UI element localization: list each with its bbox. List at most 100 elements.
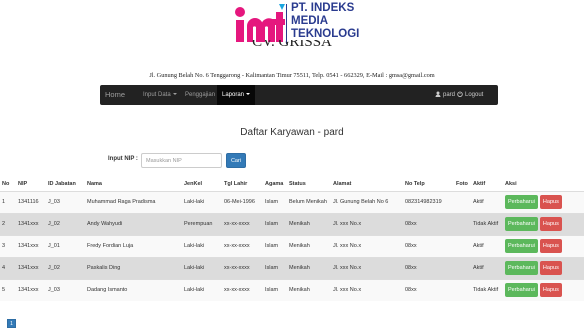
table-cell: 1 [0, 190, 16, 213]
delete-button[interactable]: Hapus [539, 283, 562, 298]
table-cell: Islam [263, 190, 287, 213]
update-button[interactable]: Perbaharui [505, 217, 538, 231]
nav-logout-link[interactable]: Logout [457, 85, 483, 105]
table-cell: Laki-laki [182, 190, 222, 213]
table-cell: Laki-laki [182, 278, 222, 301]
column-header: No [0, 178, 16, 192]
actions-cell: Perbaharui Hapus [503, 190, 584, 213]
table-row: 4 1341xxx J_02 Paskalis Ding Laki-laki x… [0, 256, 584, 279]
table-cell: Tidak Aktif [471, 278, 503, 301]
table-cell: Laki-laki [182, 256, 222, 279]
table-cell: Fredy Fordian Luja [85, 234, 182, 257]
update-button[interactable]: Perbaharui [505, 239, 538, 253]
column-header: NIP [16, 178, 46, 192]
table-cell: Jl. Gunung Belah No 6 [331, 190, 403, 213]
update-button[interactable]: Perbaharui [505, 283, 538, 298]
actions-cell: Perbaharui Hapus [503, 278, 584, 301]
delete-button[interactable]: Hapus [539, 195, 562, 209]
column-header: Alamat [331, 178, 403, 192]
table-cell [454, 234, 471, 257]
table-cell: Dadang Ismanto [85, 278, 182, 301]
table-cell: xx-xx-xxxx [222, 278, 263, 301]
table-cell [454, 190, 471, 213]
table-cell: xx-xx-xxxx [222, 212, 263, 235]
table-cell: Islam [263, 234, 287, 257]
table-cell [454, 278, 471, 301]
table-cell: Islam [263, 212, 287, 235]
table-cell: Aktif [471, 256, 503, 279]
delete-button[interactable]: Hapus [539, 261, 562, 275]
table-cell: Jl. xxx No.x [331, 256, 403, 279]
table-cell: 082314982319 [403, 190, 454, 213]
table-cell: Paskalis Ding [85, 256, 182, 279]
nav-penggajian-link[interactable]: Penggajian [185, 85, 215, 105]
nav-user-link[interactable]: pard [435, 85, 455, 105]
actions-cell: Perbaharui Hapus [503, 256, 584, 279]
column-header: Status [287, 178, 331, 192]
table-cell [454, 212, 471, 235]
delete-button[interactable]: Hapus [539, 217, 562, 231]
table-cell: 4 [0, 256, 16, 279]
pagination-page-1[interactable]: 1 [7, 319, 16, 328]
imt-logo-mark [235, 4, 287, 44]
table-cell: 5 [0, 278, 16, 301]
table-cell: Menikah [287, 234, 331, 257]
table-cell: Andy Wahyudi [85, 212, 182, 235]
column-header: No Telp [403, 178, 454, 192]
actions-cell: Perbaharui Hapus [503, 212, 584, 235]
table-cell: J_03 [46, 278, 85, 301]
table-cell: Aktif [471, 190, 503, 213]
nip-search-label: Input NIP : [108, 156, 138, 162]
table-cell: Tidak Aktif [471, 212, 503, 235]
table-cell: Islam [263, 278, 287, 301]
column-header: Foto [454, 178, 471, 192]
table-cell: J_02 [46, 256, 85, 279]
table-cell: J_01 [46, 234, 85, 257]
table-cell: 1341xxx [16, 278, 46, 301]
column-header: Nama [85, 178, 182, 192]
update-button[interactable]: Perbaharui [505, 261, 538, 275]
table-cell: 3 [0, 234, 16, 257]
table-cell: Islam [263, 256, 287, 279]
table-row: 2 1341xxx J_02 Andy Wahyudi Perempuan xx… [0, 212, 584, 235]
table-cell: 1341xxx [16, 256, 46, 279]
table-cell: Menikah [287, 212, 331, 235]
caret-down-icon [246, 93, 251, 96]
caret-down-icon [172, 93, 177, 96]
table-cell [454, 256, 471, 279]
update-button[interactable]: Perbaharui [505, 195, 538, 209]
table-row: 1 1341116 J_03 Muhammad Raga Pradisma La… [0, 190, 584, 213]
table-cell: Menikah [287, 278, 331, 301]
table-cell: 1341xxx [16, 212, 46, 235]
column-header: Aksi [503, 178, 584, 192]
nip-search-input[interactable] [141, 153, 222, 168]
table-cell: xx-xx-xxxx [222, 256, 263, 279]
table-cell: Laki-laki [182, 234, 222, 257]
table-cell: 08xx [403, 278, 454, 301]
table-row: 5 1341xxx J_03 Dadang Ismanto Laki-laki … [0, 278, 584, 301]
column-header: JenKel [182, 178, 222, 192]
table-cell: 2 [0, 212, 16, 235]
table-cell: Jl. xxx No.x [331, 234, 403, 257]
table-cell: Jl. xxx No.x [331, 278, 403, 301]
table-header-row: No NIP ID Jabatan Nama JenKel Tgl Lahir … [0, 178, 584, 192]
column-header: Agama [263, 178, 287, 192]
table-row: 3 1341xxx J_01 Fredy Fordian Luja Laki-l… [0, 234, 584, 257]
logo-wordmark: PT. INDEKS MEDIA TEKNOLOGI [291, 2, 360, 40]
table-cell: Menikah [287, 256, 331, 279]
table-cell: 08xx [403, 212, 454, 235]
column-header: Aktif [471, 178, 503, 192]
table-cell: 06-Mei-1996 [222, 190, 263, 213]
table-cell: Muhammad Raga Pradisma [85, 190, 182, 213]
nav-input-data-dropdown[interactable]: Input Data [143, 85, 177, 105]
table-cell: J_02 [46, 212, 85, 235]
nav-laporan-dropdown[interactable]: Laporan [217, 85, 256, 105]
nav-home-link[interactable]: Home [105, 85, 125, 105]
column-header: ID Jabatan [46, 178, 85, 192]
column-header: Tgl Lahir [222, 178, 263, 192]
delete-button[interactable]: Hapus [539, 239, 562, 253]
table-cell: Perempuan [182, 212, 222, 235]
search-button[interactable]: Cari [226, 153, 246, 168]
top-navbar: Home Input Data Penggajian Laporan pard … [100, 85, 498, 105]
logout-icon [457, 91, 463, 98]
